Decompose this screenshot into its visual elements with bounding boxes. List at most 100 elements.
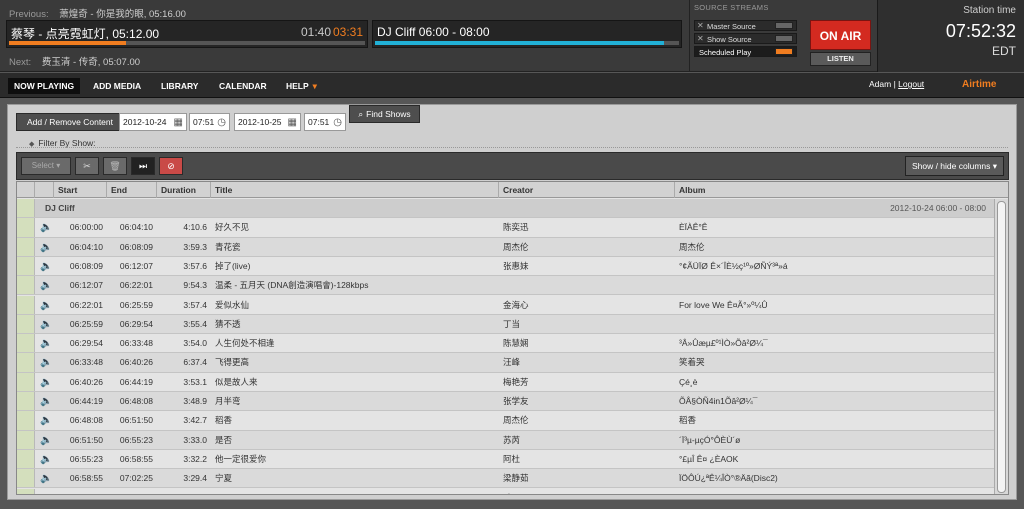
speaker-icon[interactable]: 🔈 (40, 242, 52, 253)
master-source-row: ✕ Master Source (694, 20, 797, 31)
end-time-value: 07:51 (308, 117, 330, 127)
table-row[interactable]: 🔈 06:08:09 06:12:07 3:57.6 掉了(live) 张惠妹 °¢ÃÜÏØ… (17, 256, 994, 277)
speaker-icon[interactable]: 🔈 (40, 319, 52, 330)
table-row[interactable]: 🔈07:02:2507:08:085:43.3Nightingale雅尼Trib… (17, 488, 995, 495)
cancel-current-show-icon[interactable]: ⊘ (159, 157, 183, 175)
show-header-row[interactable]: DJ Cliff 2012-10-24 06:00 - 08:00 (17, 199, 994, 219)
row-marker (17, 314, 35, 334)
speaker-icon[interactable]: 🔈 (40, 222, 52, 233)
cell-creator: 周杰伦 (503, 415, 529, 426)
cell-start: 06:55:23 (69, 453, 103, 464)
table-row[interactable]: 🔈 06:40:26 06:44:19 3:53.1 似是故人来 梅艳芳 Çé¸è (17, 372, 994, 392)
table-row[interactable]: 🔈 06:29:54 06:33:48 3:54.0 人生何处不相逢 陈慧娴 ³Â»Ûæµ£… (17, 334, 994, 354)
table-row[interactable]: 🔈 06:58:55 07:02:25 3:29.4 宁夏 梁静茹 ÏÖÔÚ¿ªÊ¼ÎÒ°®… (17, 469, 994, 489)
speaker-icon[interactable]: 🔈 (40, 415, 52, 426)
cell-duration: 3:32.2 (183, 453, 207, 464)
cut-icon[interactable]: ✂ (75, 157, 99, 175)
show-hide-columns-button[interactable]: Show / hide columns ▾ (905, 156, 1004, 176)
cell-album: Tribute (675, 489, 995, 495)
row-marker (17, 411, 35, 430)
column-header-start[interactable]: Start (54, 182, 107, 198)
column-header-creator[interactable]: Creator (499, 182, 675, 198)
table-row[interactable]: 🔈 06:12:07 06:22:01 9:54.3 温柔 - 五月天 (DNA創造演唱… (17, 276, 994, 296)
find-shows-label: Find Shows (366, 109, 411, 119)
speaker-icon[interactable]: 🔈 (40, 300, 52, 311)
start-time-input[interactable]: 07:51 ◷ (189, 113, 230, 131)
cell-album: ³Â»Ûæµ£º¹ÌÒ»Õâ²Ø¼¯ (679, 338, 768, 349)
master-source-toggle[interactable] (775, 22, 793, 29)
table-scrollbar[interactable] (994, 199, 1008, 494)
start-date-input[interactable]: 2012-10-24 ▦ (119, 113, 187, 131)
end-time-input[interactable]: 07:51 ◷ (304, 113, 346, 131)
scrollbar-thumb[interactable] (997, 201, 1006, 493)
current-track-title: 蔡琴 - 点亮霓虹灯, 05:12.00 (11, 27, 160, 41)
table-row[interactable]: 🔈 06:55:23 06:58:55 3:32.2 他一定很爱你 阿杜 °£µÎ Ê¤ ¿… (17, 449, 994, 470)
speaker-icon[interactable]: 🔈 (40, 280, 52, 291)
current-track-progress-fill (9, 41, 127, 45)
show-time: 2012-10-24 06:00 - 08:00 (890, 203, 986, 213)
show-source-row: ✕ Show Source (694, 33, 797, 44)
trash-icon[interactable]: 🗑 (103, 157, 127, 175)
speaker-icon[interactable]: 🔈 (40, 454, 52, 465)
skip-to-icon[interactable]: ⏭ (131, 157, 155, 175)
nav-add-media[interactable]: ADD MEDIA (93, 79, 141, 93)
speaker-icon[interactable]: 🔈 (40, 338, 52, 349)
cell-start: 06:33:48 (69, 357, 103, 368)
close-icon[interactable]: ✕ (697, 21, 704, 30)
nav-library[interactable]: LIBRARY (161, 79, 198, 93)
clock-icon[interactable]: ◷ (217, 115, 226, 131)
nav-now-playing[interactable]: NOW PLAYING (8, 78, 81, 94)
cell-duration: 9:54.3 (183, 280, 207, 291)
row-marker (17, 276, 35, 295)
table-header: Start End Duration Title Creator Album (17, 182, 1008, 198)
cell-title: 月半弯 (215, 396, 241, 406)
speaker-icon[interactable]: 🔈 (40, 493, 52, 495)
speaker-icon[interactable]: 🔈 (40, 357, 52, 368)
speaker-icon[interactable]: 🔈 (40, 377, 52, 388)
row-marker (17, 372, 35, 391)
column-header-duration[interactable]: Duration (157, 182, 211, 198)
column-header-album[interactable]: Album (675, 182, 1008, 198)
cell-creator: 梁静茹 (503, 473, 529, 484)
cell-album: ´Ï³µ-µçÓ°ÔÈÙ´ø (679, 434, 741, 445)
cell-album: Çé¸è (679, 376, 698, 387)
calendar-icon[interactable]: ▦ (288, 115, 297, 131)
clock-icon[interactable]: ◷ (333, 115, 342, 131)
row-marker (17, 353, 35, 372)
table-row[interactable]: 🔈 06:00:00 06:04:10 4:10.6 好久不见 陈奕迅 ÈÏÀÊ°Ê (17, 218, 994, 238)
speaker-icon[interactable]: 🔈 (40, 473, 52, 484)
nav-help[interactable]: HELP ▾ (286, 79, 317, 93)
cell-end: 06:58:55 (119, 453, 153, 464)
cell-start: 06:04:10 (69, 241, 103, 252)
close-icon[interactable]: ✕ (697, 34, 704, 43)
row-marker (17, 392, 35, 411)
add-remove-content-button[interactable]: Add / Remove Content (16, 113, 124, 131)
source-streams-label: SOURCE STREAMS (694, 3, 769, 12)
cell-creator: 苏芮 (503, 434, 521, 445)
cell-duration: 3:57.6 (183, 260, 207, 271)
next-label: Next: (9, 57, 32, 68)
calendar-icon[interactable]: ▦ (174, 115, 183, 131)
table-row[interactable]: 🔈 06:04:10 06:08:09 3:59.3 青花瓷 周杰伦 周杰伦 (17, 237, 994, 257)
column-header-title[interactable]: Title (211, 182, 499, 198)
cell-album: ÏÖÔÚ¿ªÊ¼ÎÒ°®Äã(Disc2) (679, 473, 778, 484)
end-date-input[interactable]: 2012-10-25 ▦ (234, 113, 301, 131)
nav-calendar[interactable]: CALENDAR (219, 79, 267, 93)
table-row[interactable]: 🔈 06:25:59 06:29:54 3:55.4 猜不透 丁当 (17, 314, 994, 335)
table-row[interactable]: 🔈 06:48:08 06:51:50 3:42.7 稻香 周杰伦 稻香 (17, 411, 994, 431)
speaker-icon[interactable]: 🔈 (40, 435, 52, 446)
table-row[interactable]: 🔈 06:51:50 06:55:23 3:33.0 是否 苏芮 ´Ï³µ-µçÓ°ÔÈÙ´… (17, 430, 994, 450)
find-shows-button[interactable]: ⌕ Find Shows (349, 105, 420, 123)
listen-button[interactable]: LISTEN (810, 52, 871, 66)
table-row[interactable]: 🔈 06:22:01 06:25:59 3:57.4 爱似水仙 金海心 For love W… (17, 295, 994, 315)
column-header-end[interactable]: End (107, 182, 157, 198)
table-row[interactable]: 🔈 06:44:19 06:48:08 3:48.9 月半弯 张学友 ÕÅ§ÒÑ4in1Õâ… (17, 392, 994, 412)
table-row[interactable]: 🔈 06:33:48 06:40:26 6:37.4 飞得更高 汪峰 笑着哭 (17, 353, 994, 373)
cell-end: 06:55:23 (119, 434, 153, 445)
select-dropdown[interactable]: Select ▾ (21, 157, 71, 175)
logout-link[interactable]: Logout (898, 79, 924, 89)
scheduled-play-toggle[interactable] (775, 48, 793, 55)
show-source-toggle[interactable] (775, 35, 793, 42)
speaker-icon[interactable]: 🔈 (40, 396, 52, 407)
speaker-icon[interactable]: 🔈 (40, 261, 52, 272)
